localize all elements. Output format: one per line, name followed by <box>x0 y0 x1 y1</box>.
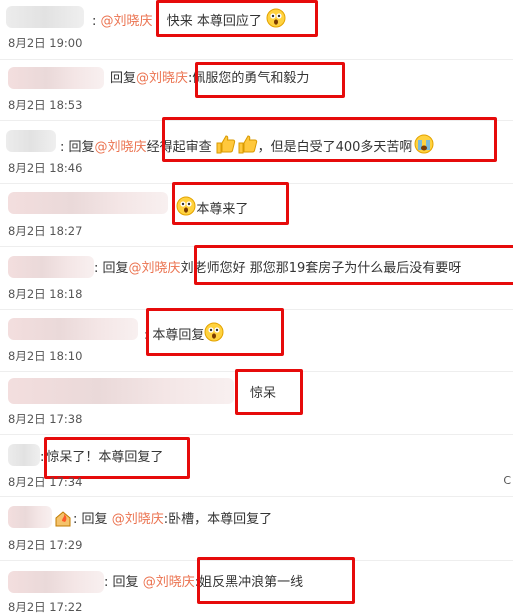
blurred-username <box>8 444 40 466</box>
timestamp: 8月2日 19:00 <box>8 36 83 50</box>
blurred-username <box>8 571 104 593</box>
blurred-username <box>8 256 94 278</box>
highlight-box <box>235 369 303 415</box>
timestamp: 8月2日 17:22 <box>8 600 83 614</box>
blurred-username <box>8 506 52 528</box>
highlight-box <box>197 557 355 604</box>
blurred-username <box>8 192 168 214</box>
house-fire-icon <box>54 509 72 531</box>
highlight-box <box>172 182 289 225</box>
timestamp: 8月2日 18:46 <box>8 161 83 175</box>
mention-link[interactable]: @刘晓庆 <box>143 575 195 590</box>
mention-link[interactable]: @刘晓庆 <box>129 261 181 276</box>
divider <box>0 434 513 435</box>
timestamp: 8月2日 18:27 <box>8 224 83 238</box>
highlight-box <box>162 117 497 162</box>
blurred-username <box>8 318 138 340</box>
timestamp: 8月2日 17:38 <box>8 412 83 426</box>
truncated-side-text: C <box>503 474 511 487</box>
colon: : <box>104 575 109 590</box>
colon: : <box>60 140 65 155</box>
timestamp: 8月2日 18:10 <box>8 349 83 363</box>
blurred-username <box>6 130 56 152</box>
highlight-box <box>156 0 318 37</box>
colon: : <box>92 14 97 29</box>
mention-link[interactable]: @刘晓庆 <box>136 71 188 86</box>
timestamp: 8月2日 18:53 <box>8 98 83 112</box>
reply-prefix: 回复 <box>102 261 129 276</box>
highlight-box <box>146 308 284 356</box>
timestamp: 8月2日 17:29 <box>8 538 83 552</box>
blurred-username <box>8 67 104 89</box>
reply-prefix: 回复 <box>68 140 95 155</box>
blurred-username <box>8 378 234 404</box>
divider <box>0 496 513 497</box>
reply-prefix: 回复 <box>112 575 139 590</box>
reply-prefix: 回复 <box>81 512 108 527</box>
highlight-box <box>195 62 345 98</box>
highlight-box <box>194 245 513 285</box>
timestamp: 8月2日 17:34 <box>8 475 83 489</box>
divider <box>0 59 513 60</box>
mention-link[interactable]: @刘晓庆 <box>95 140 147 155</box>
highlight-box <box>44 437 190 479</box>
colon: : <box>94 261 99 276</box>
timestamp: 8月2日 18:18 <box>8 287 83 301</box>
blurred-username <box>6 6 84 28</box>
mention-link[interactable]: @刘晓庆 <box>112 512 164 527</box>
comment-text: 卧槽，本尊回复了 <box>168 512 273 527</box>
mention-link[interactable]: @刘晓庆 <box>101 14 153 29</box>
colon: : <box>73 512 78 527</box>
reply-prefix: 回复 <box>110 71 137 86</box>
